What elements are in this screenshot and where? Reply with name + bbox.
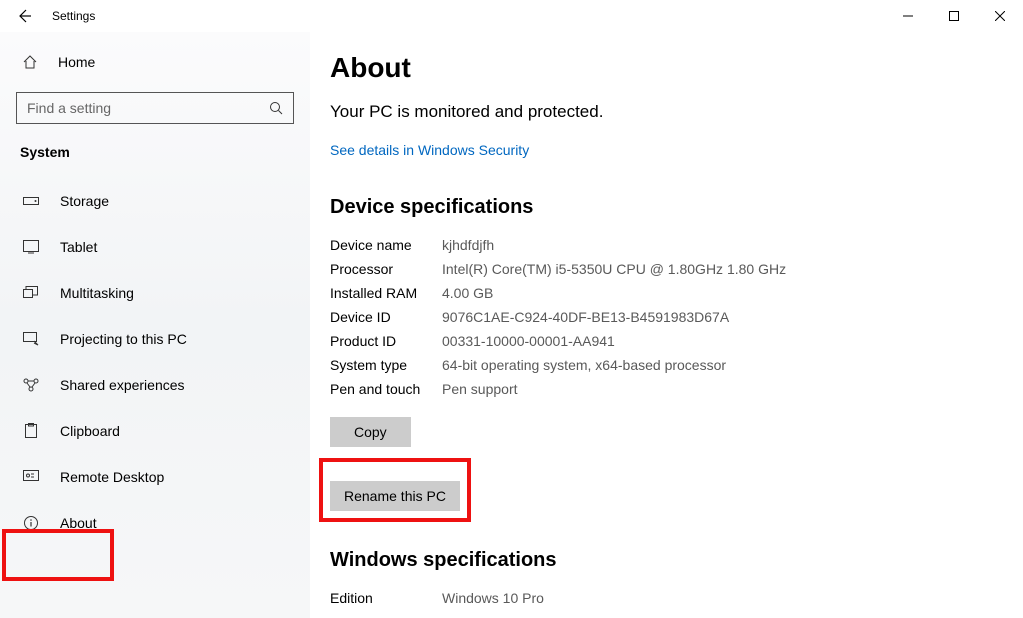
spec-label: Device name <box>330 237 442 253</box>
back-button[interactable] <box>10 8 38 24</box>
security-link[interactable]: See details in Windows Security <box>330 142 529 158</box>
spec-value: 64-bit operating system, x64-based proce… <box>442 357 1013 373</box>
spec-value: Intel(R) Core(TM) i5-5350U CPU @ 1.80GHz… <box>442 261 1013 277</box>
device-specs-table: Device name kjhdfdjfh Processor Intel(R)… <box>330 237 1013 397</box>
device-specs-heading: Device specifications <box>330 196 1013 219</box>
spec-value: Pen support <box>442 381 1013 397</box>
sidebar-item-label: Clipboard <box>60 423 120 439</box>
maximize-button[interactable] <box>931 0 977 32</box>
close-button[interactable] <box>977 0 1023 32</box>
spec-row-edition: Edition Windows 10 Pro <box>330 590 1013 606</box>
sidebar-item-storage[interactable]: Storage <box>16 178 294 224</box>
sidebar-item-multitasking[interactable]: Multitasking <box>16 270 294 316</box>
spec-label: System type <box>330 357 442 373</box>
sidebar-item-label: Shared experiences <box>60 377 185 393</box>
about-icon <box>22 515 40 531</box>
sidebar-item-label: About <box>60 515 97 531</box>
rename-pc-button[interactable]: Rename this PC <box>330 481 460 511</box>
spec-label: Pen and touch <box>330 381 442 397</box>
tablet-icon <box>22 240 40 254</box>
projecting-icon <box>22 332 40 346</box>
spec-label: Edition <box>330 590 442 606</box>
page-title: About <box>330 52 1013 84</box>
sidebar-item-clipboard[interactable]: Clipboard <box>16 408 294 454</box>
sidebar-item-label: Storage <box>60 193 109 209</box>
spec-label: Device ID <box>330 309 442 325</box>
sidebar-home-label: Home <box>58 54 95 70</box>
sidebar-item-tablet[interactable]: Tablet <box>16 224 294 270</box>
clipboard-icon <box>22 423 40 439</box>
sidebar-category: System <box>16 138 294 178</box>
windows-specs-heading: Windows specifications <box>330 549 1013 572</box>
sidebar-item-remote-desktop[interactable]: Remote Desktop <box>16 454 294 500</box>
search-icon <box>269 101 283 115</box>
sidebar-item-projecting[interactable]: Projecting to this PC <box>16 316 294 362</box>
sidebar-item-home[interactable]: Home <box>16 42 294 82</box>
spec-row-pen-touch: Pen and touch Pen support <box>330 381 1013 397</box>
windows-specs-table: Edition Windows 10 Pro <box>330 590 1013 606</box>
spec-row-product-id: Product ID 00331-10000-00001-AA941 <box>330 333 1013 349</box>
sidebar-item-label: Multitasking <box>60 285 134 301</box>
protection-status: Your PC is monitored and protected. <box>330 102 1013 122</box>
spec-row-processor: Processor Intel(R) Core(TM) i5-5350U CPU… <box>330 261 1013 277</box>
spec-value: 00331-10000-00001-AA941 <box>442 333 1013 349</box>
home-icon <box>22 54 38 70</box>
spec-value: 9076C1AE-C924-40DF-BE13-B4591983D67A <box>442 309 1013 325</box>
copy-button[interactable]: Copy <box>330 417 411 447</box>
sidebar-item-label: Projecting to this PC <box>60 331 187 347</box>
sidebar-item-shared-experiences[interactable]: Shared experiences <box>16 362 294 408</box>
shared-experiences-icon <box>22 378 40 392</box>
titlebar: Settings <box>0 0 1023 32</box>
spec-value: kjhdfdjfh <box>442 237 1013 253</box>
window-title: Settings <box>52 9 95 23</box>
spec-row-ram: Installed RAM 4.00 GB <box>330 285 1013 301</box>
sidebar-item-label: Remote Desktop <box>60 469 164 485</box>
search-input[interactable] <box>27 100 257 116</box>
storage-icon <box>22 195 40 207</box>
remote-desktop-icon <box>22 470 40 484</box>
main-content: About Your PC is monitored and protected… <box>310 32 1023 618</box>
spec-value: Windows 10 Pro <box>442 590 1013 606</box>
spec-row-device-id: Device ID 9076C1AE-C924-40DF-BE13-B45919… <box>330 309 1013 325</box>
spec-label: Installed RAM <box>330 285 442 301</box>
minimize-button[interactable] <box>885 0 931 32</box>
spec-row-device-name: Device name kjhdfdjfh <box>330 237 1013 253</box>
sidebar: Home System Storage Tablet <box>0 32 310 618</box>
sidebar-item-about[interactable]: About <box>16 500 294 546</box>
spec-label: Processor <box>330 261 442 277</box>
sidebar-item-label: Tablet <box>60 239 97 255</box>
spec-value: 4.00 GB <box>442 285 1013 301</box>
spec-row-system-type: System type 64-bit operating system, x64… <box>330 357 1013 373</box>
search-input-wrap[interactable] <box>16 92 294 124</box>
window-controls <box>885 0 1023 32</box>
multitasking-icon <box>22 286 40 300</box>
spec-label: Product ID <box>330 333 442 349</box>
